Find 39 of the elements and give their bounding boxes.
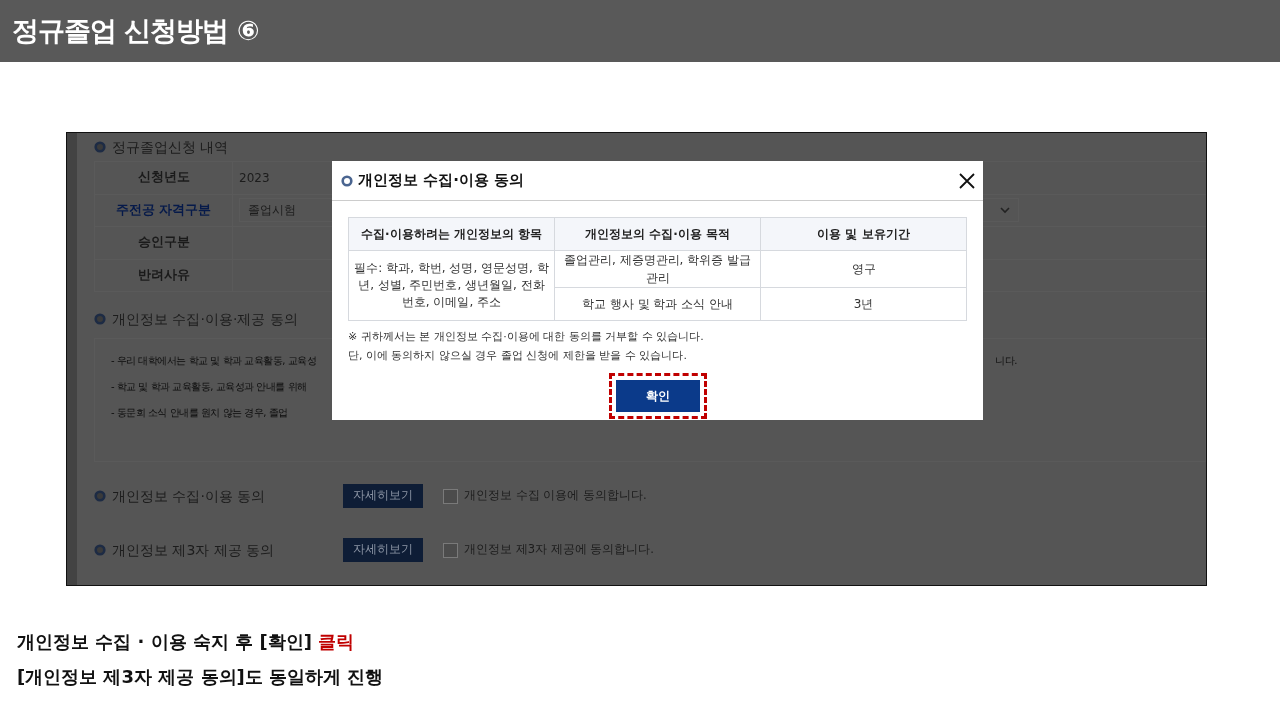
table-cell: 졸업관리, 제증명관리, 학위증 발급관리 <box>554 250 761 288</box>
section-heading: 개인정보 제3자 제공 동의 <box>112 540 275 560</box>
detail-button[interactable]: 자세히보기 <box>343 484 423 508</box>
detail-button[interactable]: 자세히보기 <box>343 538 423 562</box>
notice-text: - 동문회 소식 안내를 원치 않는 경우, 졸업 <box>111 406 288 420</box>
caption-text: 개인정보 수집 · 이용 숙지 후 [확인] 클릭 <box>17 631 355 652</box>
checkbox[interactable] <box>443 542 458 558</box>
field-label: 주전공 자격구분 <box>94 194 233 226</box>
field-value: 2023 <box>239 169 270 187</box>
notice-text: 니다. <box>995 354 1017 368</box>
caption-text: [개인정보 제3자 제공 동의]도 동일하게 진행 <box>17 666 384 687</box>
field-label: 반려사유 <box>94 259 233 291</box>
confirm-button[interactable]: 확인 <box>615 380 700 412</box>
close-icon[interactable] <box>959 172 975 189</box>
bullet-icon <box>341 174 353 187</box>
bullet-icon <box>94 544 106 556</box>
note-text: 단, 이에 동의하지 않으실 경우 졸업 신청에 제한을 받을 수 있습니다. <box>348 349 687 362</box>
note-text: ※ 귀하께서는 본 개인정보 수집·이용에 대한 동의를 거부할 수 있습니다. <box>348 330 704 343</box>
bullet-icon <box>94 141 106 153</box>
column-header: 개인정보의 수집·이용 목적 <box>554 217 761 251</box>
table-cell: 3년 <box>760 287 967 321</box>
slide-title: 정규졸업 신청방법 ⑥ <box>12 13 259 48</box>
checkbox[interactable] <box>443 488 458 504</box>
column-header: 수집·이용하려는 개인정보의 항목 <box>348 217 555 251</box>
dialog-title: 개인정보 수집·이용 동의 <box>358 170 526 192</box>
chevron-down-icon <box>1000 206 1010 215</box>
bullet-icon <box>94 313 106 325</box>
field-label: 승인구분 <box>94 227 233 259</box>
section-heading: 개인정보 수집·이용·제공 동의 <box>112 309 298 329</box>
table-cell: 필수: 학과, 학번, 성명, 영문성명, 학년, 성별, 주민번호, 생년월일, 전화번호, 이메일, 주소 <box>348 250 555 321</box>
section-heading: 개인정보 수집·이용 동의 <box>112 486 266 506</box>
field-label: 신청년도 <box>94 162 233 194</box>
notice-text: - 우리 대학에서는 학교 및 학과 교육활동, 교육성 <box>111 354 317 368</box>
column-header: 이용 및 보유기간 <box>760 217 967 251</box>
section-heading: 정규졸업신청 내역 <box>112 137 229 157</box>
bullet-icon <box>94 490 106 502</box>
table-cell: 영구 <box>760 250 967 288</box>
table-cell: 학교 행사 및 학과 소식 안내 <box>554 287 761 321</box>
notice-text: - 학교 및 학과 교육활동, 교육성과 안내를 위해 <box>111 380 307 394</box>
